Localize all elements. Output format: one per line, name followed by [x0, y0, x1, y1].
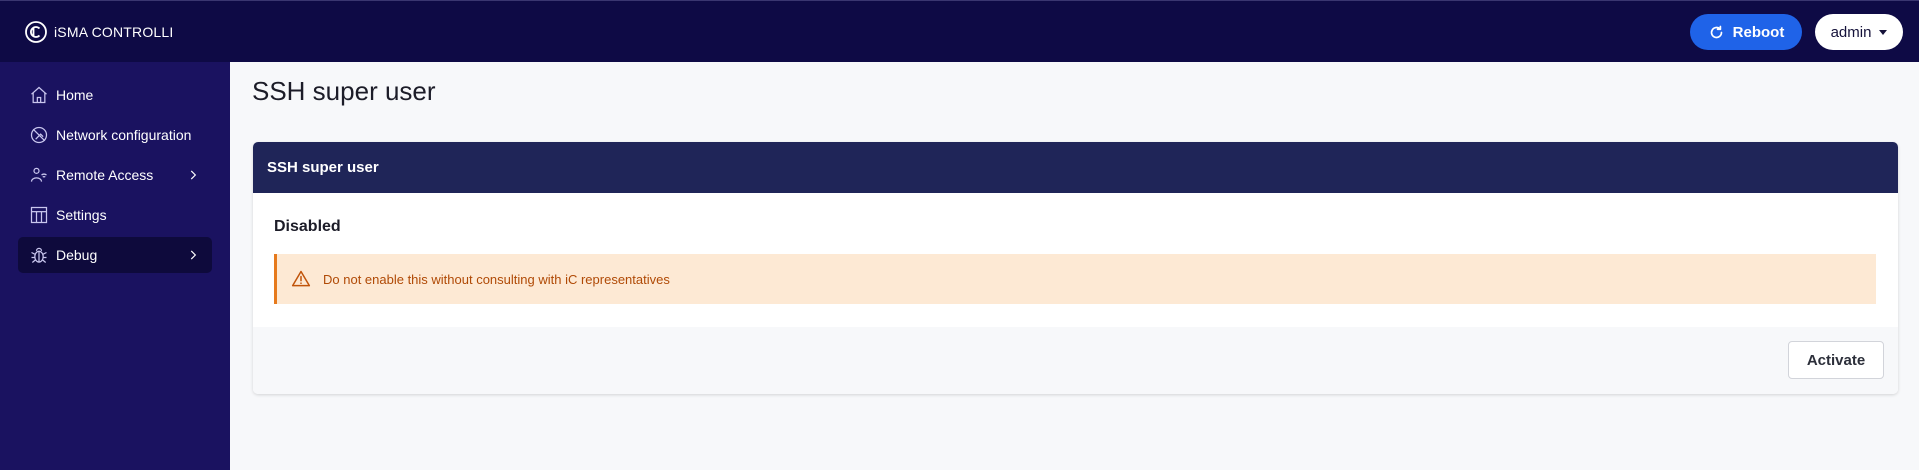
ismac-logo-icon [25, 21, 47, 43]
card-footer: Activate [253, 327, 1898, 394]
reboot-label: Reboot [1732, 23, 1785, 41]
status-text: Disabled [274, 218, 341, 235]
sidebar-item-home[interactable]: Home [18, 77, 212, 113]
card-title: SSH super user [267, 159, 379, 176]
brand-logo[interactable]: iSMA CONTROLLI [24, 20, 174, 44]
sidebar-item-network-configuration[interactable]: Network configuration [18, 117, 212, 153]
home-icon [28, 84, 50, 106]
bug-icon [28, 244, 50, 266]
warning-alert: Do not enable this without consulting wi… [274, 254, 1876, 304]
main-content: SSH super user SSH super user Disabled D… [230, 62, 1919, 470]
chevron-right-icon [190, 250, 197, 260]
user-menu-button[interactable]: admin [1815, 14, 1903, 50]
network-icon [28, 124, 50, 146]
sidebar-item-label: Home [56, 87, 94, 103]
sidebar-item-label: Settings [56, 207, 107, 223]
warning-icon [291, 270, 311, 287]
sidebar-item-remote-access[interactable]: Remote Access [18, 157, 212, 193]
sidebar-item-label: Debug [56, 247, 98, 263]
page-title: SSH super user [252, 76, 436, 106]
sidebar-item-settings[interactable]: Settings [18, 197, 212, 233]
settings-icon [28, 204, 50, 226]
warning-text: Do not enable this without consulting wi… [323, 271, 670, 287]
sidebar: Home Network configuration Remote Access… [0, 62, 230, 470]
sidebar-item-label: Network configuration [56, 127, 192, 143]
chevron-down-icon [1879, 29, 1888, 35]
reboot-button[interactable]: Reboot [1690, 14, 1802, 50]
user-name: admin [1830, 23, 1872, 41]
sidebar-item-label: Remote Access [56, 167, 154, 183]
activate-button[interactable]: Activate [1788, 341, 1884, 379]
sidebar-item-debug[interactable]: Debug [18, 237, 212, 273]
brand-name: iSMA CONTROLLI [54, 24, 174, 40]
card-header: SSH super user [253, 142, 1898, 193]
ssh-super-user-card: SSH super user Disabled Do not enable th… [253, 142, 1898, 394]
refresh-icon [1710, 25, 1722, 38]
top-bar: iSMA CONTROLLI Reboot admin [0, 0, 1919, 62]
remote-access-icon [28, 164, 50, 186]
chevron-right-icon [190, 170, 197, 180]
